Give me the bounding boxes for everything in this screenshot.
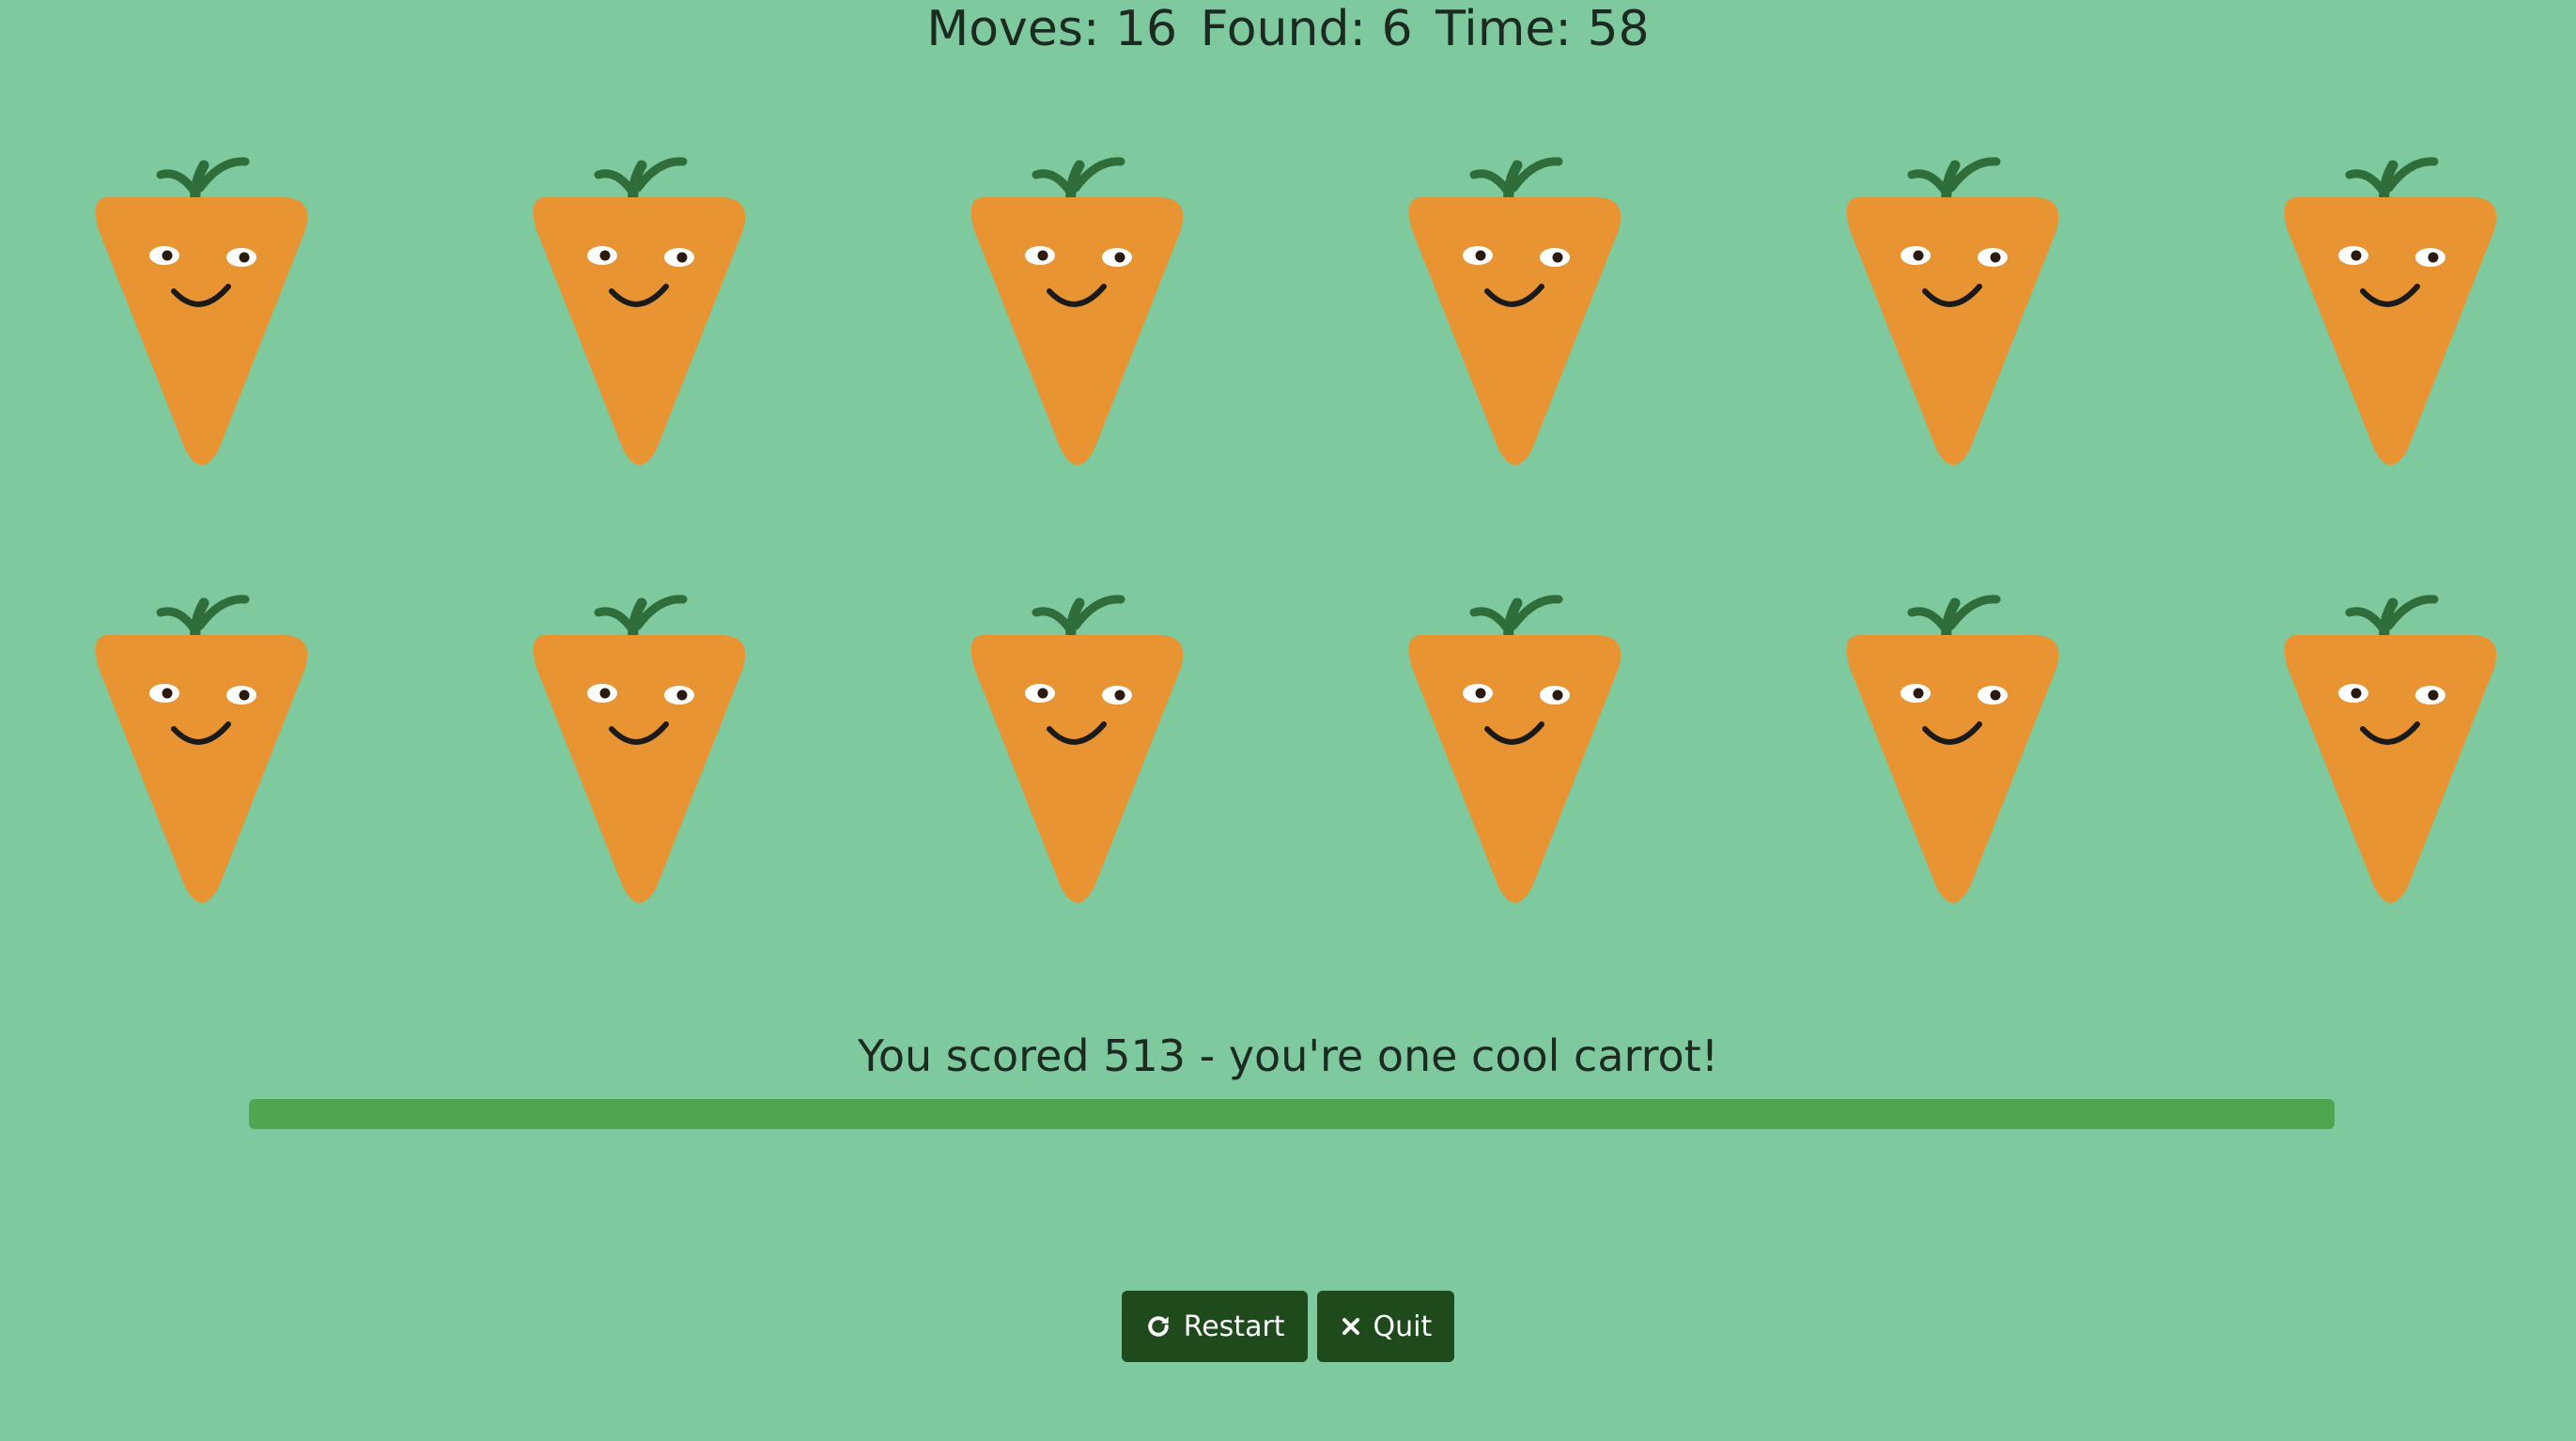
game-stats: Moves: 16 Found: 6 Time: 58 — [0, 0, 2576, 58]
moves-counter: Moves: 16 — [926, 1, 1178, 57]
memory-card[interactable] — [1393, 150, 1637, 488]
quit-label: Quit — [1373, 1309, 1433, 1343]
time-counter: Time: 58 — [1435, 1, 1650, 57]
carrot-icon — [1408, 157, 1622, 465]
quit-button[interactable]: Quit — [1316, 1291, 1455, 1362]
card-board — [0, 150, 2576, 939]
memory-card[interactable] — [518, 150, 762, 488]
carrot-icon — [95, 595, 308, 903]
memory-card[interactable] — [2269, 150, 2513, 488]
memory-card[interactable] — [955, 150, 1200, 488]
memory-card[interactable] — [1831, 588, 2075, 926]
memory-card[interactable] — [2269, 588, 2513, 926]
carrot-icon — [95, 157, 308, 465]
close-icon — [1342, 1318, 1359, 1335]
refresh-icon — [1148, 1316, 1169, 1337]
carrot-icon — [1846, 595, 2059, 903]
memory-card[interactable] — [955, 588, 1200, 926]
memory-card[interactable] — [80, 150, 324, 488]
memory-card[interactable] — [1393, 588, 1637, 926]
score-message: You scored 513 - you're one cool carrot! — [857, 1030, 1719, 1081]
carrot-icon — [1408, 595, 1622, 903]
carrot-icon — [970, 157, 1184, 465]
carrot-icon — [1846, 157, 2059, 465]
carrot-icon — [2284, 595, 2497, 903]
progress-bar-fill — [249, 1099, 2335, 1129]
memory-card[interactable] — [518, 588, 762, 926]
found-counter: Found: 6 — [1200, 1, 1413, 57]
restart-label: Restart — [1183, 1309, 1285, 1343]
restart-button[interactable]: Restart — [1121, 1291, 1308, 1362]
carrot-icon — [2284, 157, 2497, 465]
action-buttons: Restart Quit — [0, 1291, 2576, 1362]
carrot-icon — [533, 157, 746, 465]
memory-card[interactable] — [1831, 150, 2075, 488]
carrot-icon — [533, 595, 746, 903]
progress-bar — [249, 1099, 2335, 1129]
carrot-icon — [970, 595, 1184, 903]
memory-card[interactable] — [80, 588, 324, 926]
